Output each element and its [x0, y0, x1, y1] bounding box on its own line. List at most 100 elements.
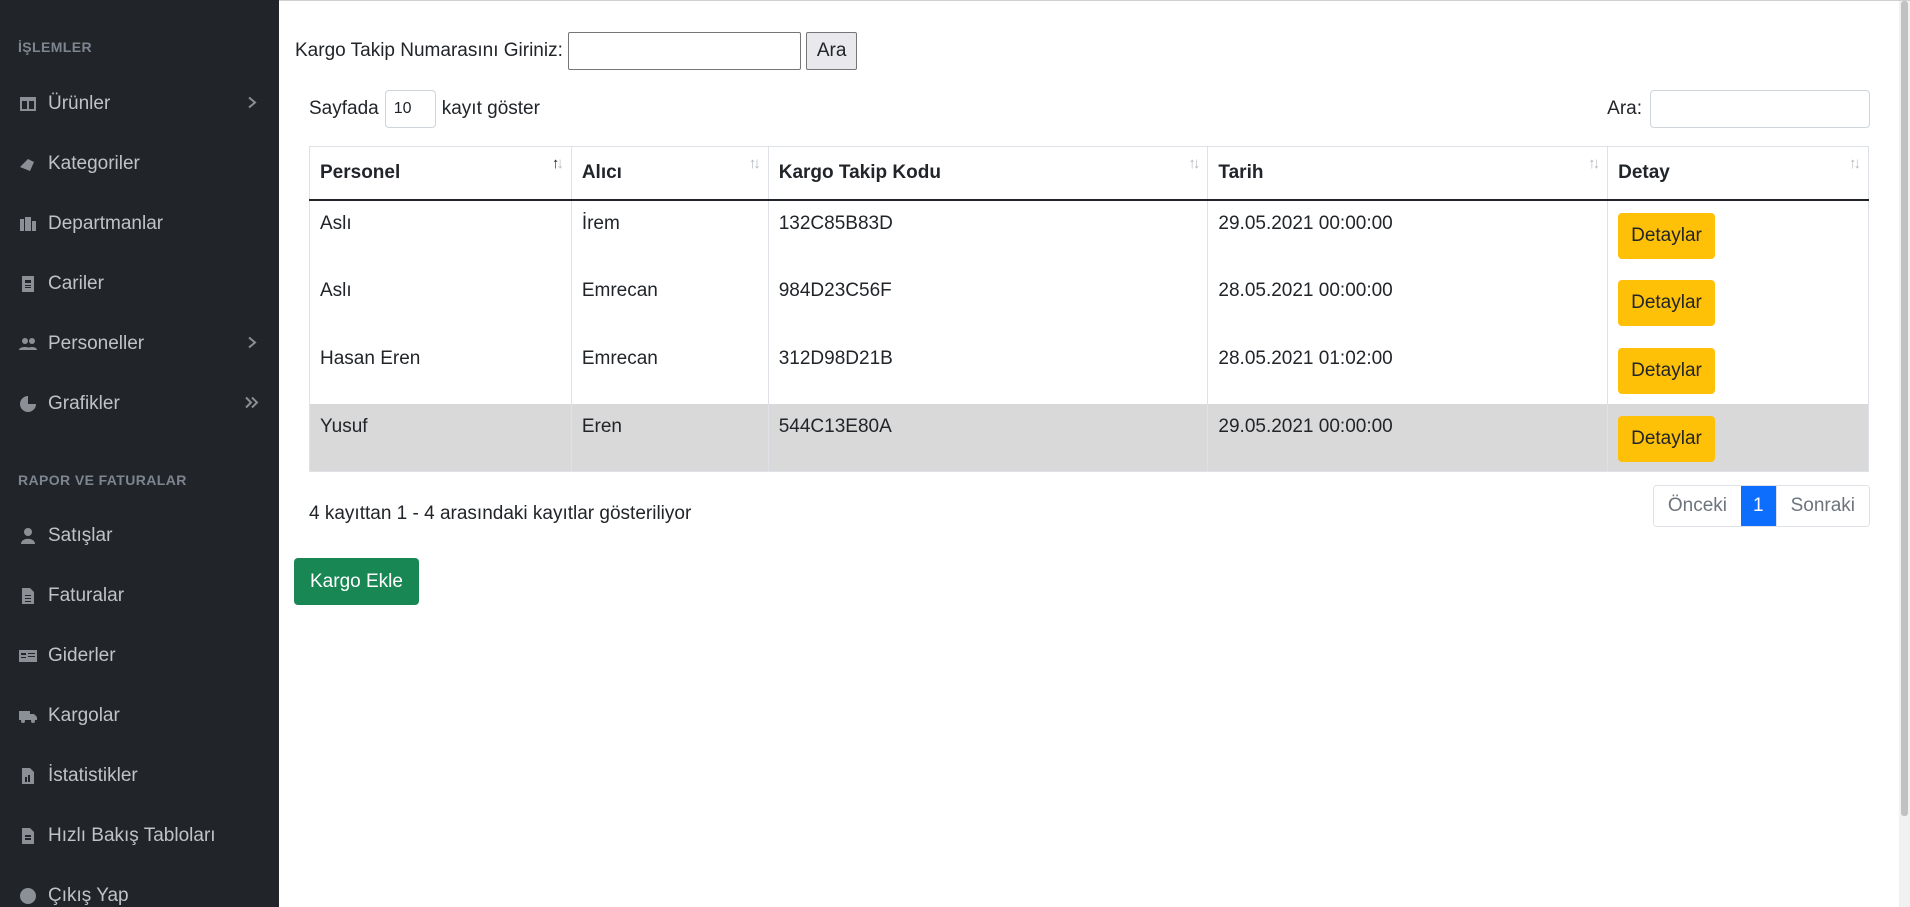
- sidebar-heading-islemler: İŞLEMLER: [18, 39, 92, 55]
- table-row: Aslı Emrecan 984D23C56F 28.05.2021 00:00…: [309, 267, 1869, 336]
- sidebar-item-label: Cariler: [48, 273, 104, 294]
- cell-alici: Eren: [570, 403, 769, 472]
- sort-icon: ↑↓: [1849, 155, 1861, 172]
- pagination-previous[interactable]: Önceki: [1653, 486, 1741, 526]
- chevron-right-icon: [245, 93, 259, 116]
- tracking-label: Kargo Takip Numarasını Giriniz:: [295, 40, 563, 61]
- cell-tarih: 29.05.2021 00:00:00: [1207, 403, 1609, 472]
- sidebar-item-label: Satışlar: [48, 525, 113, 546]
- length-prefix: Sayfada: [309, 98, 379, 119]
- sort-icon: ↑↓: [1188, 155, 1200, 172]
- sidebar-item-label: Departmanlar: [48, 213, 164, 234]
- length-suffix: kayıt göster: [441, 98, 540, 119]
- logout-icon: [18, 887, 38, 905]
- table-filter: Ara:: [1607, 90, 1870, 128]
- money-check-icon: [18, 647, 38, 665]
- details-button[interactable]: Detaylar: [1618, 415, 1715, 462]
- sidebar-item-kargolar[interactable]: Kargolar: [0, 693, 279, 739]
- sidebar-item-label: Giderler: [48, 645, 116, 666]
- cell-personel: Hasan Eren: [309, 335, 572, 404]
- chart-pie-icon: [18, 395, 38, 413]
- sidebar-heading-rapor: RAPOR VE FATURALAR: [18, 472, 187, 488]
- table-length-control: Sayfada 10 kayıt göster: [309, 90, 540, 128]
- sidebar-item-label: Hızlı Bakış Tabloları: [48, 825, 216, 846]
- cell-tarih: 29.05.2021 00:00:00: [1207, 199, 1609, 268]
- cell-kod: 544C13E80A: [767, 403, 1209, 472]
- sidebar-item-faturalar[interactable]: Faturalar: [0, 573, 279, 619]
- cell-kod: 984D23C56F: [767, 267, 1209, 336]
- sidebar-item-istatistikler[interactable]: İstatistikler: [0, 753, 279, 799]
- file-table-icon: [18, 827, 38, 845]
- cell-kod: 312D98D21B: [767, 335, 1209, 404]
- cell-alici: Emrecan: [570, 267, 769, 336]
- tracking-search-button[interactable]: Ara: [805, 32, 858, 70]
- sidebar: İŞLEMLER Ürünler Kategoriler Departmanla…: [0, 0, 279, 907]
- cargo-table: Personel ↑↓ Alıcı ↑↓ Kargo Takip Kodu ↑↓ Ta…: [309, 146, 1869, 472]
- details-button[interactable]: Detaylar: [1618, 212, 1715, 259]
- cell-detay: Detaylar: [1607, 335, 1869, 404]
- column-header-personel[interactable]: Personel ↑↓: [309, 146, 572, 201]
- cell-detay: Detaylar: [1607, 403, 1869, 472]
- sidebar-item-cikis[interactable]: Çıkış Yap: [0, 873, 279, 907]
- page-length-select[interactable]: 10: [384, 90, 436, 128]
- pagination-page-1[interactable]: 1: [1741, 486, 1776, 526]
- cell-kod: 132C85B83D: [767, 199, 1209, 268]
- sidebar-item-label: Faturalar: [48, 585, 125, 606]
- tracking-search: Kargo Takip Numarasını Giriniz: Ara: [295, 32, 858, 70]
- scrollbar-thumb[interactable]: [1901, 1, 1908, 816]
- sidebar-item-label: Personeller: [48, 333, 145, 354]
- column-header-tarih[interactable]: Tarih ↑↓: [1207, 146, 1609, 201]
- pagination: Önceki 1 Sonraki: [1652, 485, 1870, 527]
- table-row: Hasan Eren Emrecan 312D98D21B 28.05.2021…: [309, 335, 1869, 404]
- cell-tarih: 28.05.2021 01:02:00: [1207, 335, 1609, 404]
- sidebar-item-cariler[interactable]: Cariler: [0, 261, 279, 307]
- cell-personel: Aslı: [309, 199, 572, 268]
- tags-icon: [18, 155, 38, 173]
- cell-alici: Emrecan: [570, 335, 769, 404]
- sort-icon: ↑↓: [1588, 155, 1600, 172]
- sidebar-item-label: Kategoriler: [48, 153, 140, 174]
- double-chevron-right-icon: [245, 393, 259, 416]
- column-header-kargo-takip-kodu[interactable]: Kargo Takip Kodu ↑↓: [767, 146, 1209, 201]
- sidebar-item-label: Grafikler: [48, 393, 120, 414]
- column-header-detay[interactable]: Detay ↑↓: [1607, 146, 1869, 201]
- sidebar-item-kategoriler[interactable]: Kategoriler: [0, 141, 279, 187]
- table-row: Aslı İrem 132C85B83D 29.05.2021 00:00:00…: [309, 199, 1869, 268]
- cell-detay: Detaylar: [1607, 267, 1869, 336]
- truck-icon: [18, 707, 38, 725]
- sidebar-item-grafikler[interactable]: Grafikler: [0, 381, 279, 427]
- user-icon: [18, 527, 38, 545]
- table-info: 4 kayıttan 1 - 4 arasındaki kayıtlar gös…: [309, 503, 692, 524]
- vertical-scrollbar[interactable]: [1899, 1, 1910, 907]
- file-icon: [18, 587, 38, 605]
- cell-alici: İrem: [570, 199, 769, 268]
- cell-detay: Detaylar: [1607, 199, 1869, 268]
- id-card-icon: [18, 275, 38, 293]
- building-icon: [18, 215, 38, 233]
- sidebar-item-urunler[interactable]: Ürünler: [0, 81, 279, 127]
- table-header-row: Personel ↑↓ Alıcı ↑↓ Kargo Takip Kodu ↑↓ Ta…: [309, 146, 1869, 201]
- file-chart-icon: [18, 767, 38, 785]
- sidebar-item-hizli-bakis[interactable]: Hızlı Bakış Tabloları: [0, 813, 279, 859]
- users-icon: [18, 335, 38, 353]
- cell-personel: Yusuf: [309, 403, 572, 472]
- sidebar-item-label: Kargolar: [48, 705, 120, 726]
- table-icon: [18, 95, 38, 113]
- sidebar-item-personeller[interactable]: Personeller: [0, 321, 279, 367]
- details-button[interactable]: Detaylar: [1618, 279, 1715, 326]
- column-header-alici[interactable]: Alıcı ↑↓: [570, 146, 769, 201]
- sidebar-item-departmanlar[interactable]: Departmanlar: [0, 201, 279, 247]
- tracking-input[interactable]: [567, 32, 801, 70]
- chevron-right-icon: [245, 333, 259, 356]
- table-row: Yusuf Eren 544C13E80A 29.05.2021 00:00:0…: [309, 403, 1869, 472]
- cell-personel: Aslı: [309, 267, 572, 336]
- sidebar-item-label: İstatistikler: [48, 765, 138, 786]
- sidebar-item-giderler[interactable]: Giderler: [0, 633, 279, 679]
- pagination-next[interactable]: Sonraki: [1775, 486, 1869, 526]
- add-cargo-button[interactable]: Kargo Ekle: [294, 558, 419, 605]
- sort-asc-icon: ↑↓: [551, 155, 564, 172]
- table-search-input[interactable]: [1650, 90, 1870, 128]
- sidebar-item-satislar[interactable]: Satışlar: [0, 513, 279, 559]
- details-button[interactable]: Detaylar: [1618, 347, 1715, 394]
- sidebar-item-label: Çıkış Yap: [48, 885, 129, 906]
